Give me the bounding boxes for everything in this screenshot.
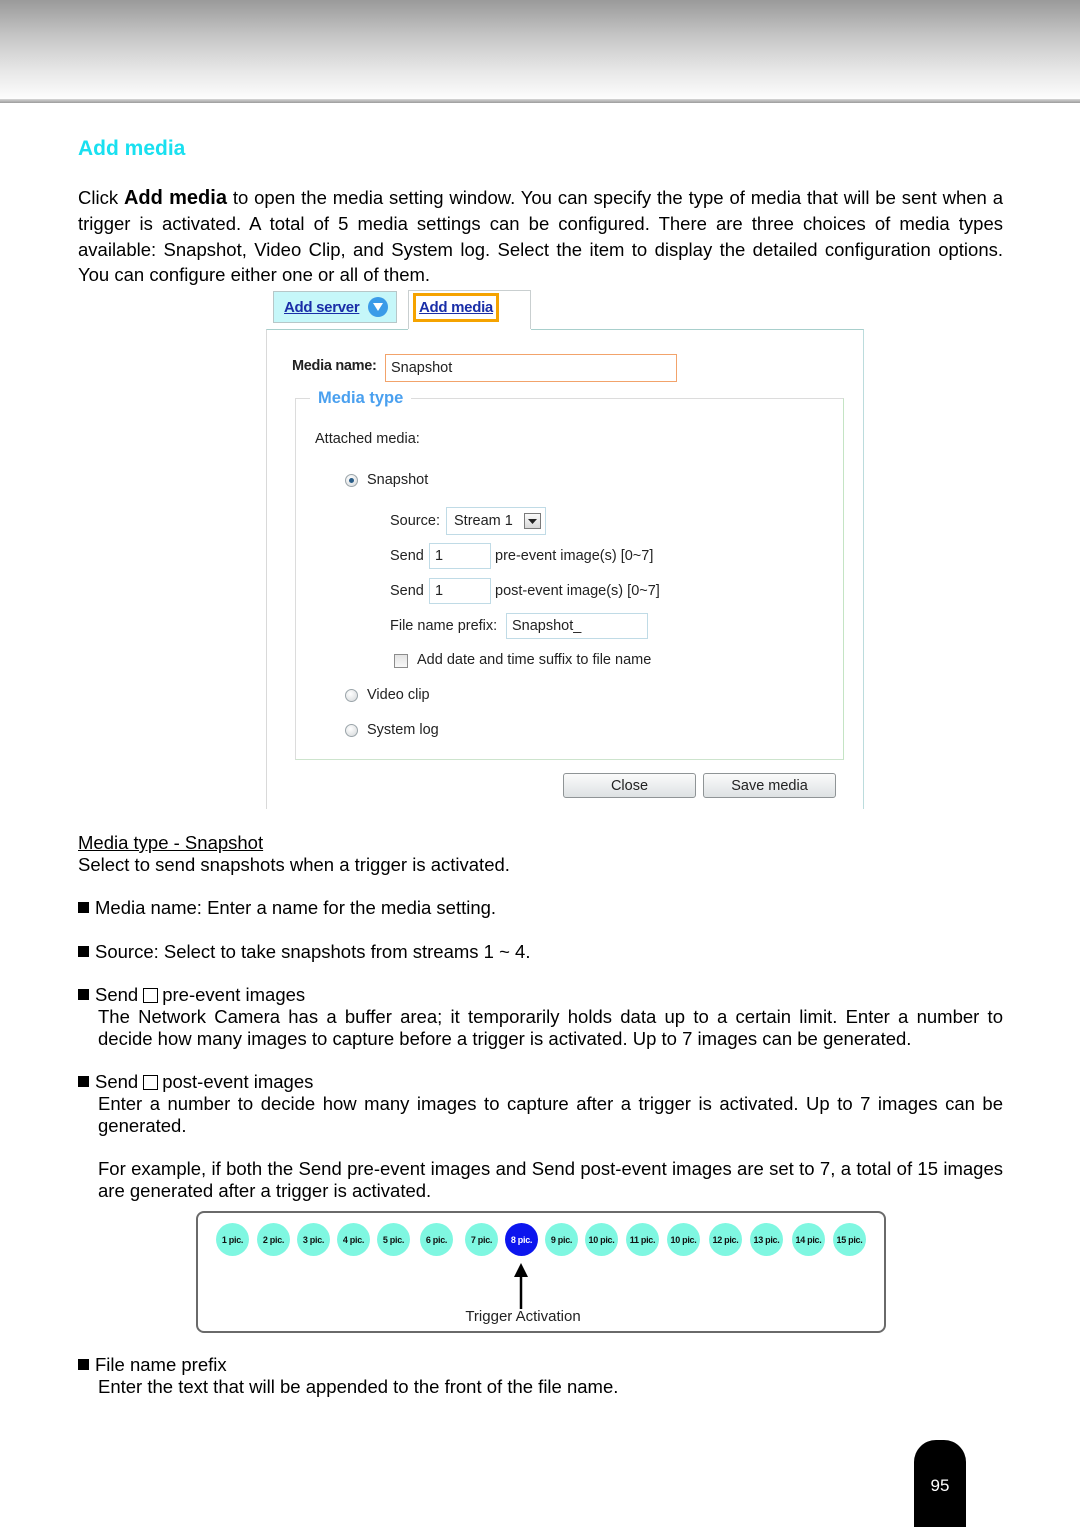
date-suffix-checkbox[interactable] bbox=[394, 654, 408, 668]
bullet-icon bbox=[78, 1076, 89, 1087]
bullet-media-name: Media name: Enter a name for the media s… bbox=[78, 897, 496, 919]
add-media-link[interactable]: Add media bbox=[419, 299, 493, 316]
bullet-text: Source: Select to take snapshots from st… bbox=[95, 941, 531, 962]
bullet-icon bbox=[78, 989, 89, 1000]
pic-circle: 7 pic. bbox=[465, 1223, 498, 1256]
bullet-text: Send bbox=[95, 1071, 139, 1092]
pre-event-desc: The Network Camera has a buffer area; it… bbox=[98, 1006, 1003, 1049]
bullet-pre-event: Send pre-event images bbox=[78, 984, 305, 1006]
file-prefix-input[interactable] bbox=[506, 613, 648, 639]
bullet-text: Media name: Enter a name for the media s… bbox=[95, 897, 497, 918]
date-suffix-label: Add date and time suffix to file name bbox=[417, 652, 652, 668]
subheading: Media type - Snapshot bbox=[78, 832, 264, 853]
intro-prefix: Click bbox=[78, 187, 124, 208]
system-log-label: System log bbox=[367, 722, 439, 738]
pic-circle: 12 pic. bbox=[709, 1223, 742, 1256]
input-box-icon bbox=[143, 988, 159, 1003]
pic-circle: 1 pic. bbox=[216, 1223, 249, 1256]
example-desc: For example, if both the Send pre-event … bbox=[98, 1158, 1003, 1201]
pic-circle: 10 pic. bbox=[667, 1223, 700, 1256]
header-band bbox=[0, 0, 1080, 99]
subheading-desc: Select to send snapshots when a trigger … bbox=[78, 854, 510, 875]
post-event-desc: Enter a number to decide how many images… bbox=[98, 1093, 1003, 1136]
pic-circle: 2 pic. bbox=[257, 1223, 290, 1256]
source-select-value: Stream 1 bbox=[454, 513, 513, 529]
pic-circle: 3 pic. bbox=[297, 1223, 330, 1256]
pre-event-suffix: pre-event image(s) [0~7] bbox=[495, 548, 654, 564]
dropdown-arrow-icon[interactable] bbox=[524, 513, 541, 529]
pic-circle: 15 pic. bbox=[833, 1223, 866, 1256]
input-box-icon bbox=[143, 1075, 159, 1090]
pic-circle: 10 pic. bbox=[585, 1223, 618, 1256]
snapshot-label: Snapshot bbox=[367, 472, 429, 488]
snapshot-radio[interactable] bbox=[345, 474, 358, 487]
bullet-icon bbox=[78, 902, 89, 913]
pic-circle: 5 pic. bbox=[377, 1223, 410, 1256]
pic-circle: 8 pic. bbox=[505, 1223, 538, 1256]
bullet-text: post-event images bbox=[162, 1071, 314, 1092]
media-type-fieldset: Media type Attached media: Snapshot Sour… bbox=[295, 389, 844, 760]
media-name-input[interactable] bbox=[385, 354, 677, 382]
source-select[interactable]: Stream 1 bbox=[446, 507, 546, 535]
bullet-text: Send bbox=[95, 984, 139, 1005]
media-type-legend: Media type bbox=[310, 389, 412, 408]
bullet-file-prefix: File name prefix bbox=[78, 1354, 227, 1376]
attached-media-label: Attached media: bbox=[315, 431, 420, 447]
pic-circle: 6 pic. bbox=[420, 1223, 453, 1256]
tab-add-media[interactable]: Add media bbox=[408, 290, 531, 330]
intro-bold: Add media bbox=[123, 187, 227, 209]
source-label: Source: bbox=[390, 513, 440, 529]
send-pre-label: Send bbox=[390, 548, 424, 564]
trigger-diagram: 1 pic. 2 pic. 3 pic. 4 pic. 5 pic. 6 pic. 7 pi… bbox=[196, 1211, 886, 1333]
arrow-up-icon bbox=[514, 1263, 528, 1309]
pic-circle: 9 pic. bbox=[545, 1223, 578, 1256]
post-event-input[interactable] bbox=[429, 578, 491, 604]
pic-circle: 14 pic. bbox=[792, 1223, 825, 1256]
video-clip-radio[interactable] bbox=[345, 689, 358, 702]
dialog-body: Media name: Media type Attached media: S… bbox=[266, 329, 864, 809]
send-post-label: Send bbox=[390, 583, 424, 599]
tab-add-server[interactable]: Add server bbox=[273, 291, 397, 323]
file-prefix-desc: Enter the text that will be appended to … bbox=[98, 1376, 619, 1397]
pic-circle: 4 pic. bbox=[337, 1223, 370, 1256]
section-title: Add media bbox=[78, 137, 186, 160]
add-server-link[interactable]: Add server bbox=[284, 299, 360, 316]
intro-paragraph: Click Add media to open the media settin… bbox=[78, 185, 1003, 287]
bullet-icon bbox=[78, 1359, 89, 1370]
pic-circle: 13 pic. bbox=[750, 1223, 783, 1256]
page-number: 95 bbox=[914, 1440, 966, 1527]
bullet-source: Source: Select to take snapshots from st… bbox=[78, 941, 530, 963]
header-rule bbox=[0, 99, 1080, 103]
pic-circle: 11 pic. bbox=[626, 1223, 659, 1256]
add-media-dialog: Add server Add media Media name: Media t… bbox=[266, 290, 866, 810]
media-name-label: Media name: bbox=[292, 358, 377, 374]
video-clip-label: Video clip bbox=[367, 687, 430, 703]
bullet-text: File name prefix bbox=[95, 1354, 227, 1375]
close-button[interactable]: Close bbox=[563, 773, 696, 798]
save-media-button[interactable]: Save media bbox=[703, 773, 836, 798]
system-log-radio[interactable] bbox=[345, 724, 358, 737]
bullet-text: pre-event images bbox=[162, 984, 306, 1005]
bullet-icon bbox=[78, 946, 89, 957]
tab-highlight: Add media bbox=[413, 293, 499, 322]
file-prefix-label: File name prefix: bbox=[390, 618, 498, 634]
bullet-post-event: Send post-event images bbox=[78, 1071, 313, 1093]
trigger-activation-label: Trigger Activation bbox=[465, 1308, 581, 1325]
chevron-down-circle-icon[interactable] bbox=[368, 297, 389, 317]
post-event-suffix: post-event image(s) [0~7] bbox=[495, 583, 660, 599]
pre-event-input[interactable] bbox=[429, 543, 491, 569]
